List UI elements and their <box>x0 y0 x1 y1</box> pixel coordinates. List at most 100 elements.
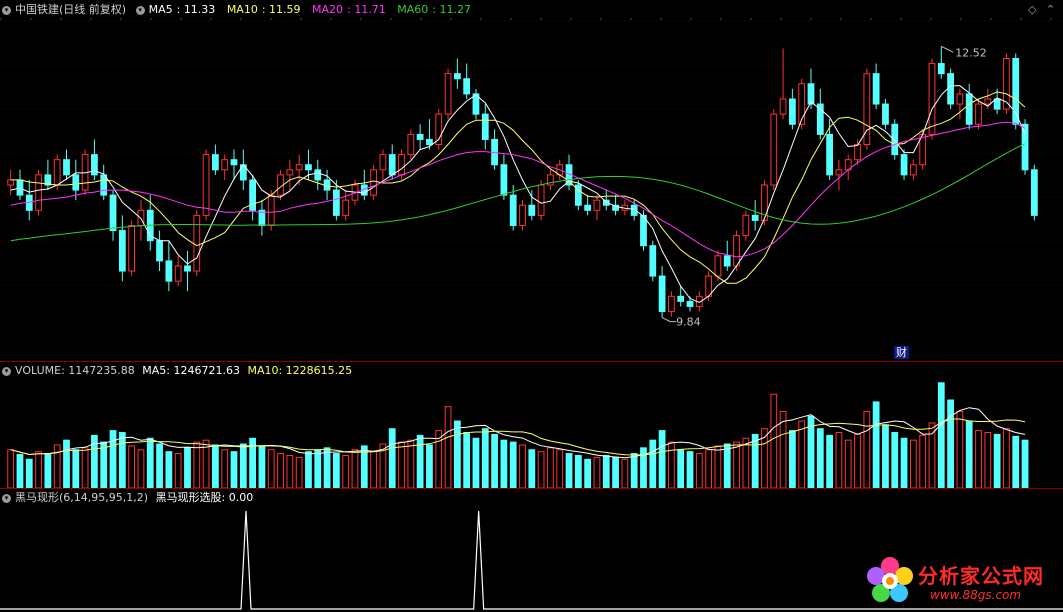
volume-bar <box>137 449 145 488</box>
candle <box>342 199 350 216</box>
volume-bar <box>872 401 880 488</box>
volume-bar <box>993 433 1001 488</box>
price-legend: ▾ 中国铁建(日线 前复权) ▾ MA5: 11.33 MA10: 11.59 MA… <box>2 3 479 17</box>
volume-bar <box>947 399 954 488</box>
volume-bar <box>891 432 899 488</box>
volume-bar <box>277 453 284 488</box>
candle <box>388 154 396 176</box>
volume-bar <box>388 428 396 488</box>
candle <box>1012 57 1020 125</box>
candle <box>593 199 601 211</box>
candle <box>295 164 303 171</box>
candle <box>481 113 489 140</box>
price-panel[interactable]: 12.52 9.84 ▾ 中国铁建(日线 前复权) ▾ MA5: 11.33 MA10… <box>0 0 1063 361</box>
chevron-up-icon[interactable]: ⌃ <box>1046 3 1055 16</box>
candlestick-chart[interactable]: 12.52 9.84 <box>0 0 1063 361</box>
volume-bar <box>63 439 70 488</box>
finance-badge[interactable]: 财 <box>894 346 909 359</box>
candle <box>35 174 42 211</box>
volume-bar <box>984 432 992 488</box>
candle <box>314 169 322 181</box>
volume-bar <box>528 449 536 488</box>
volume-bar <box>156 443 163 488</box>
candle <box>882 103 889 125</box>
volume-bar <box>463 432 471 488</box>
volume-bar <box>965 420 973 488</box>
volume-bar <box>742 437 750 488</box>
candle <box>212 154 219 171</box>
volume-bar <box>593 456 601 488</box>
watermark-title: 分析家公式网 <box>918 564 1044 588</box>
ma5-line <box>10 85 1026 303</box>
volume-bar <box>695 453 703 488</box>
volume-bar <box>798 420 806 488</box>
volume-bar <box>565 453 573 488</box>
candle <box>928 63 936 135</box>
volume-bar <box>844 439 852 488</box>
low-marker <box>661 317 677 323</box>
volume-bar <box>975 430 982 488</box>
candle <box>267 194 275 226</box>
volume-bar <box>826 434 833 488</box>
candle <box>156 240 163 262</box>
volume-bar <box>612 456 619 488</box>
volume-bar <box>81 447 89 488</box>
volume-bar <box>509 441 517 488</box>
collapse-icon[interactable]: ▾ <box>2 366 11 376</box>
volume-bar <box>44 453 52 488</box>
candle <box>686 300 694 307</box>
ma60-line <box>10 143 1026 242</box>
candle <box>230 159 238 166</box>
volume-bar <box>426 444 433 488</box>
candle <box>854 144 861 161</box>
volume-bar <box>314 449 322 488</box>
candle <box>584 204 592 211</box>
candle <box>453 73 461 80</box>
collapse-icon[interactable]: ▾ <box>2 493 11 503</box>
candle <box>733 235 740 267</box>
volume-bar <box>342 454 350 488</box>
volume-bar <box>323 447 331 488</box>
candle <box>379 154 387 171</box>
volume-bar <box>221 449 229 488</box>
candle <box>463 78 471 95</box>
candle <box>426 138 433 146</box>
candle <box>221 159 229 171</box>
volume-panel[interactable]: ▾ VOLUME: 1147235.88 MA5: 1246721.63 MA10… <box>0 362 1063 488</box>
volume-bar <box>770 393 778 488</box>
candle <box>193 214 201 272</box>
volume-bar <box>854 433 861 488</box>
volume-bar <box>714 445 722 488</box>
candle <box>742 214 750 237</box>
volume-bar <box>398 441 405 488</box>
candle <box>835 169 843 176</box>
volume-bar <box>547 447 554 488</box>
candle <box>751 214 759 221</box>
candle <box>398 154 405 176</box>
volume-bar <box>230 451 238 488</box>
flower-logo-icon <box>867 557 913 602</box>
candle <box>723 255 731 267</box>
volume-chart[interactable] <box>0 362 1063 488</box>
collapse-icon[interactable]: ▾ <box>2 5 11 15</box>
volume-bar <box>444 406 452 488</box>
volume-bar <box>416 434 424 488</box>
ma10-label: MA10: 11.59 <box>226 3 301 16</box>
candle <box>416 133 424 140</box>
settings-icon[interactable]: ▾ <box>135 5 145 15</box>
volume-bar <box>435 430 443 488</box>
candle <box>779 98 787 115</box>
volume-bar <box>1012 435 1020 488</box>
volume-bar <box>193 441 201 488</box>
candle <box>7 179 15 186</box>
candle <box>100 174 108 196</box>
candle <box>984 98 992 105</box>
candle <box>668 295 675 313</box>
volume-bar <box>835 432 843 488</box>
diamond-icon[interactable]: ◇ <box>1028 3 1036 16</box>
candle <box>649 245 657 277</box>
candle <box>286 169 294 176</box>
candle <box>500 164 508 196</box>
volume-bar <box>267 449 275 488</box>
volume-bar <box>816 428 824 488</box>
